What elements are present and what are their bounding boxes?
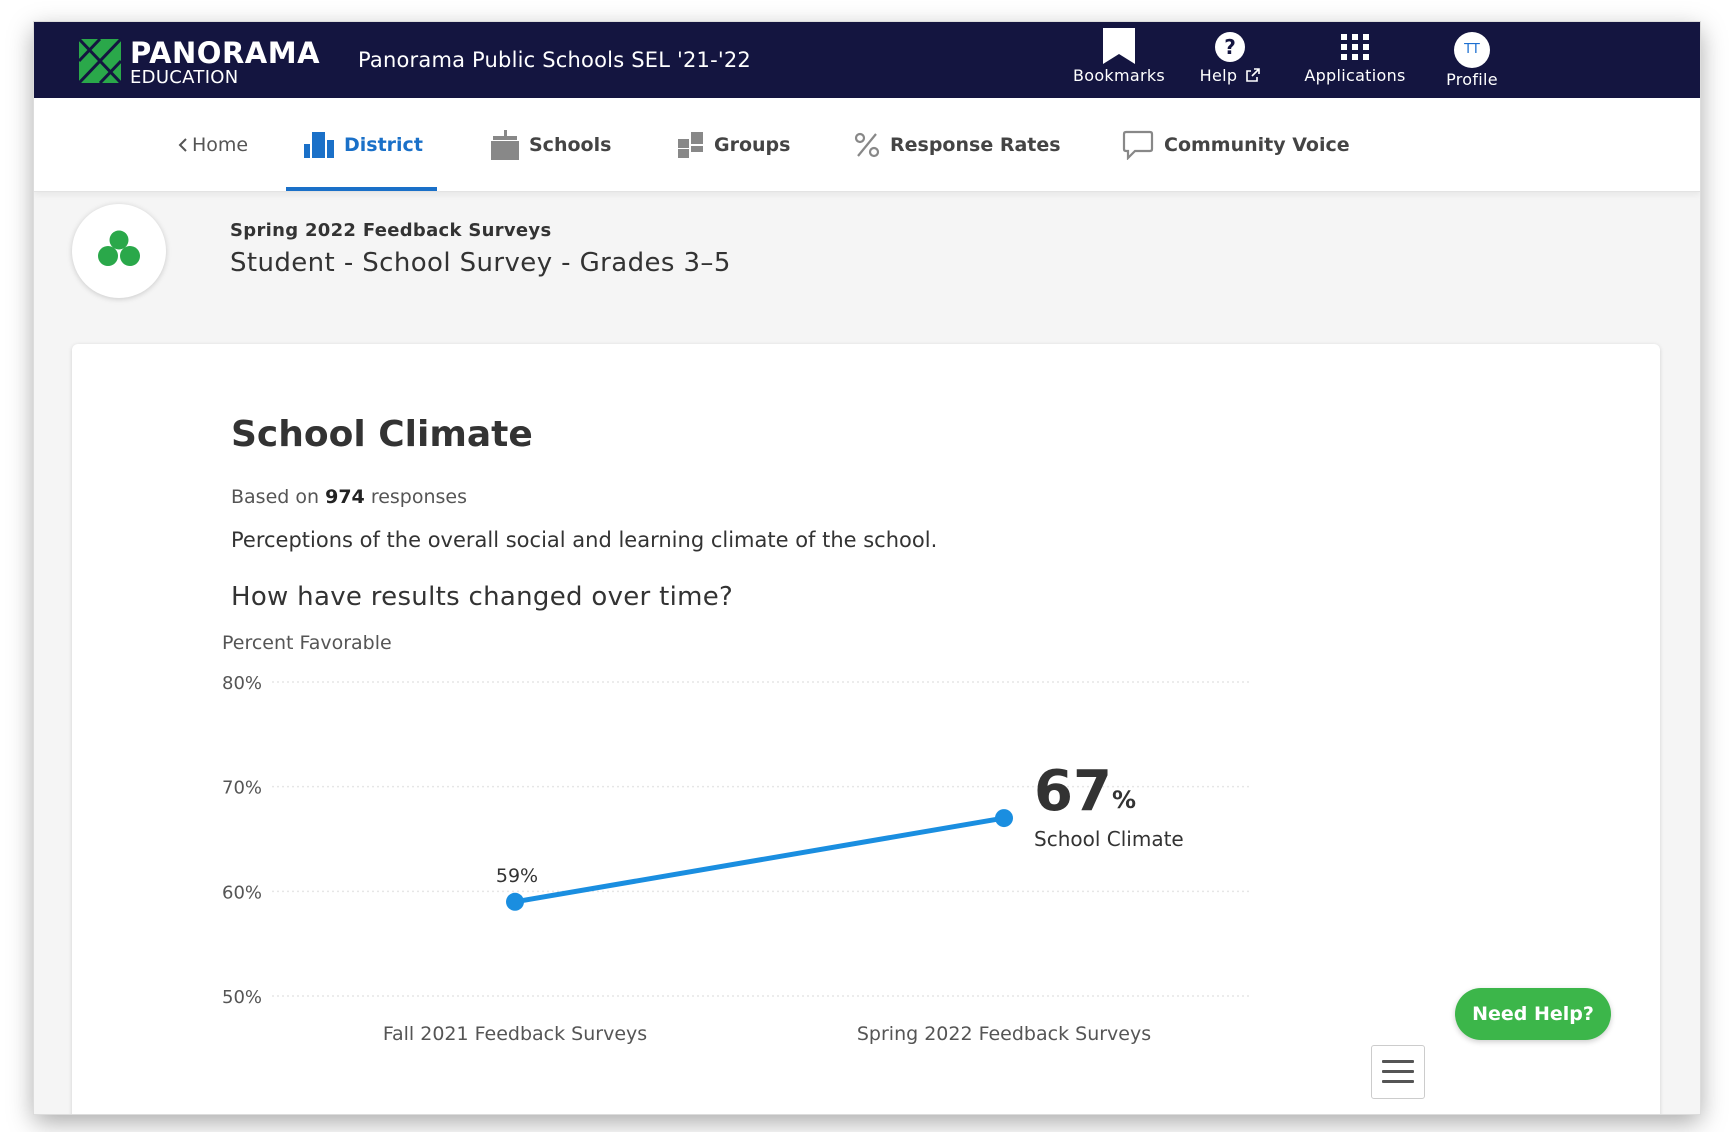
tab-response-rates-label: Response Rates	[890, 133, 1061, 156]
x-tick-label: Spring 2022 Feedback Surveys	[857, 1023, 1151, 1045]
need-help-button[interactable]: Need Help?	[1455, 988, 1611, 1040]
help-label: Help	[1199, 66, 1238, 85]
panorama-logo[interactable]: PANORAMA EDUCATION	[78, 36, 321, 88]
tab-schools[interactable]: Schools	[491, 98, 611, 191]
data-point[interactable]	[506, 892, 524, 911]
results-card: School Climate Based on 974 responses Pe…	[72, 344, 1660, 1114]
help-button[interactable]: ? Help	[1190, 28, 1270, 94]
speech-bubble-icon	[1122, 130, 1154, 160]
y-tick-label: 60%	[222, 882, 262, 903]
sub-navigation: Home District Schools Groups Response Ra	[34, 98, 1700, 192]
y-tick-label: 50%	[222, 987, 262, 1008]
chevron-left-icon	[178, 137, 188, 153]
tab-community-voice[interactable]: Community Voice	[1122, 98, 1350, 191]
chart-y-axis-label: Percent Favorable	[222, 632, 392, 654]
survey-header: Spring 2022 Feedback Surveys Student - S…	[72, 204, 972, 304]
bookmarks-label: Bookmarks	[1072, 66, 1166, 85]
tab-district-label: District	[344, 133, 423, 156]
tab-groups-label: Groups	[714, 133, 791, 156]
survey-name: Spring 2022 Feedback Surveys	[230, 220, 552, 241]
bookmarks-button[interactable]: Bookmarks	[1064, 28, 1174, 94]
top-bar: PANORAMA EDUCATION Panorama Public Schoo…	[34, 22, 1700, 98]
profile-label: Profile	[1446, 70, 1498, 89]
survey-icon	[72, 204, 166, 298]
profile-button[interactable]: TT Profile	[1432, 32, 1512, 98]
school-icon	[491, 129, 519, 160]
percent-icon	[854, 132, 880, 158]
app-title: Panorama Public Schools SEL '21-'22	[358, 48, 751, 72]
brand-name: PANORAMA	[130, 36, 321, 70]
y-tick-label: 80%	[222, 673, 262, 694]
applications-label: Applications	[1304, 66, 1406, 85]
three-circles-icon	[98, 230, 140, 266]
tab-schools-label: Schools	[529, 133, 612, 156]
bookmark-icon	[1103, 28, 1135, 64]
data-point[interactable]	[995, 809, 1013, 828]
home-link[interactable]: Home	[178, 98, 248, 191]
callout-value: 67	[1034, 759, 1112, 824]
external-link-icon	[1246, 68, 1261, 82]
tab-response-rates[interactable]: Response Rates	[854, 98, 1061, 191]
survey-title: Student - School Survey - Grades 3–5	[230, 248, 731, 278]
chart-menu-button[interactable]	[1371, 1045, 1425, 1099]
tab-groups[interactable]: Groups	[678, 98, 790, 191]
svg-text:?: ?	[1224, 35, 1236, 59]
callout-unit: %	[1112, 786, 1136, 814]
callout-label: School Climate	[1034, 827, 1184, 851]
x-tick-label: Fall 2021 Feedback Surveys	[383, 1023, 647, 1045]
data-label: 59%	[496, 865, 538, 887]
grid-icon	[1341, 34, 1369, 60]
avatar: TT	[1454, 32, 1490, 68]
panorama-logo-icon	[78, 38, 122, 84]
tab-community-voice-label: Community Voice	[1164, 133, 1350, 156]
applications-button[interactable]: Applications	[1296, 28, 1414, 94]
tab-district[interactable]: District	[286, 98, 437, 191]
series-line	[512, 815, 1007, 905]
groups-icon	[678, 131, 704, 158]
home-label: Home	[192, 133, 249, 156]
browser-window: PANORAMA EDUCATION Panorama Public Schoo…	[34, 22, 1700, 1114]
y-tick-label: 70%	[222, 778, 262, 799]
question-icon: ?	[1215, 32, 1245, 62]
district-icon	[304, 131, 334, 158]
trend-chart: Percent Favorable 80% 70% 60% 50% Fall 2021…	[222, 632, 1252, 1045]
brand-sub: EDUCATION	[130, 67, 239, 88]
